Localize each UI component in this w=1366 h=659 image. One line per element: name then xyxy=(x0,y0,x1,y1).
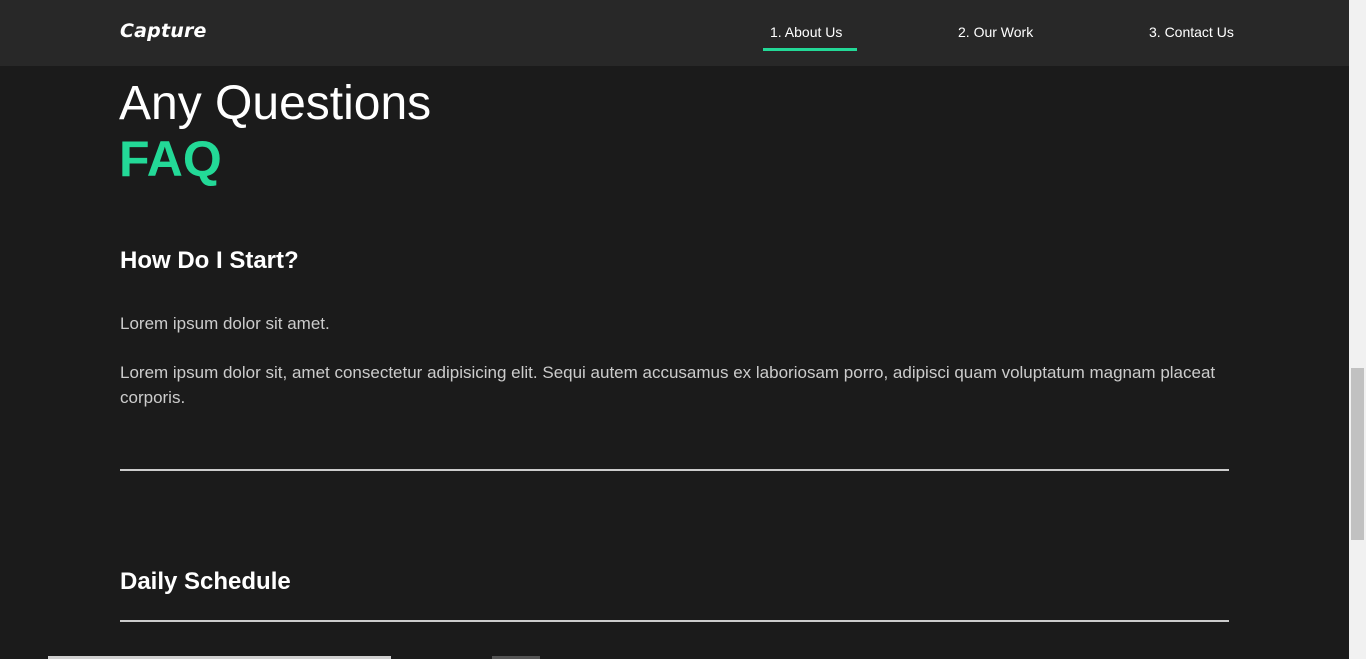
page: Capture 1. About Us 2. Our Work 3. Conta… xyxy=(0,0,1349,659)
navbar: Capture 1. About Us 2. Our Work 3. Conta… xyxy=(0,0,1349,66)
logo[interactable]: Capture xyxy=(120,20,207,42)
faq-question-daily-schedule[interactable]: Daily Schedule xyxy=(120,567,291,597)
nav-link-our-work[interactable]: 2. Our Work xyxy=(958,24,1033,40)
faq-answer-line: Lorem ipsum dolor sit amet. xyxy=(120,314,330,333)
vertical-scrollbar[interactable] xyxy=(1349,0,1366,659)
active-nav-indicator xyxy=(763,48,857,51)
nav-link-about-us[interactable]: 1. About Us xyxy=(770,24,842,40)
nav-link-contact-us[interactable]: 3. Contact Us xyxy=(1149,24,1234,40)
page-title: Any Questions xyxy=(119,77,432,130)
faq-divider xyxy=(120,469,1229,471)
faq-answer-paragraph: Lorem ipsum dolor sit, amet consectetur … xyxy=(120,363,1216,407)
faq-divider xyxy=(120,620,1229,622)
faq-question-how-do-i-start[interactable]: How Do I Start? xyxy=(120,246,299,276)
scrollbar-thumb[interactable] xyxy=(1351,368,1364,540)
page-title-accent: FAQ xyxy=(119,131,222,187)
